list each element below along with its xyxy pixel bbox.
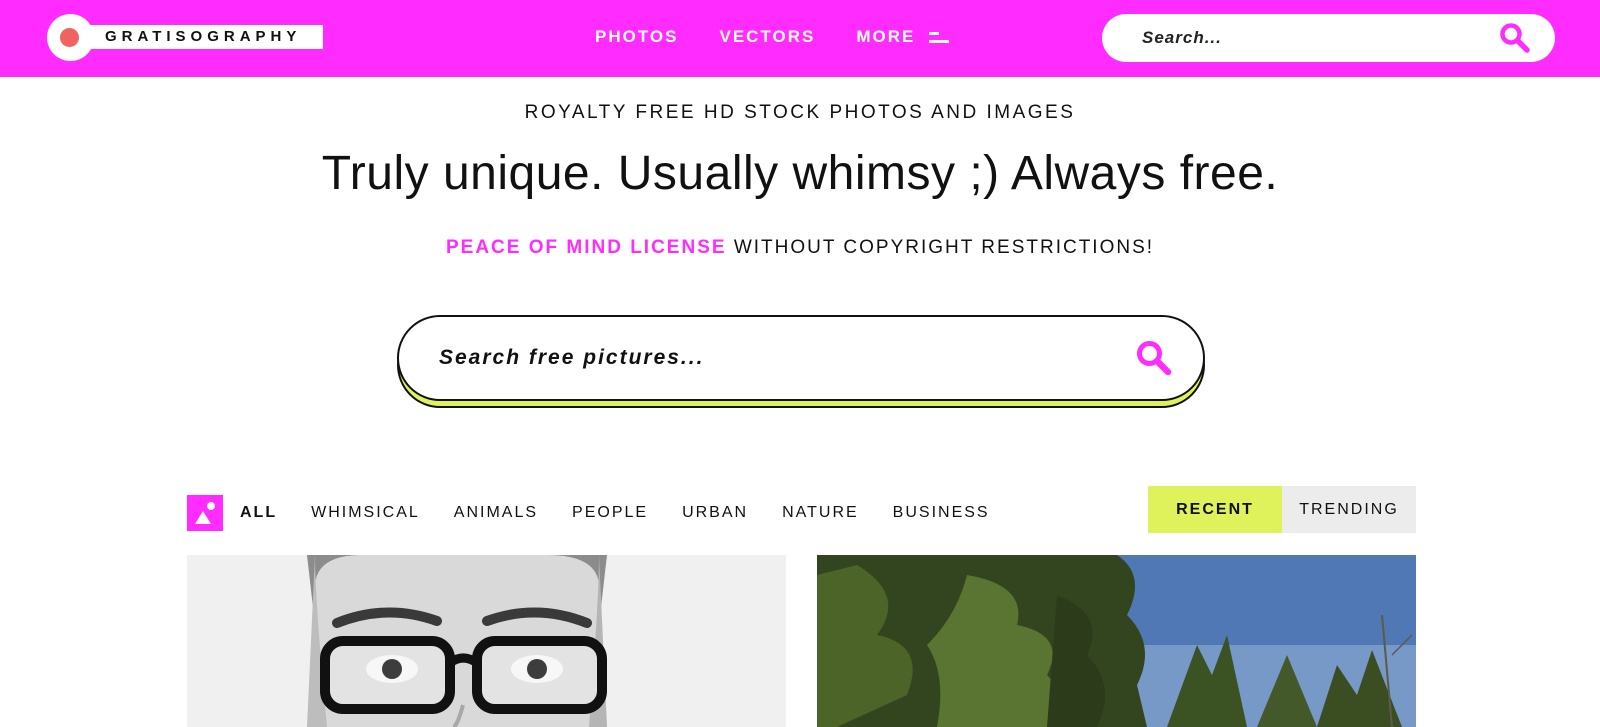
main-nav: PHOTOS VECTORS MORE xyxy=(595,27,950,47)
nav-vectors-label: VECTORS xyxy=(719,27,816,46)
license-link[interactable]: PEACE OF MIND LICENSE xyxy=(446,237,727,258)
main-search-input[interactable] xyxy=(439,346,1079,370)
nav-more-label: MORE xyxy=(856,27,916,46)
hero-headline: Truly unique. Usually whimsy ;) Always f… xyxy=(321,147,1279,200)
header-search-input[interactable] xyxy=(1142,28,1472,48)
trees-image xyxy=(817,555,1416,727)
license-line: PEACE OF MIND LICENSE WITHOUT COPYRIGHT … xyxy=(0,237,1600,259)
license-text: WITHOUT COPYRIGHT RESTRICTIONS! xyxy=(726,237,1155,258)
main-search-bar xyxy=(397,315,1205,401)
category-nature[interactable]: NATURE xyxy=(782,504,859,522)
search-icon[interactable] xyxy=(1135,339,1173,382)
sort-toggle: RECENT TRENDING xyxy=(1148,486,1416,533)
category-business[interactable]: BUSINESS xyxy=(893,504,990,522)
logo-text[interactable]: GRATISOGRAPHY xyxy=(105,28,301,45)
category-animals[interactable]: ANIMALS xyxy=(454,504,538,522)
nav-vectors[interactable]: VECTORS xyxy=(719,27,815,47)
image-icon xyxy=(187,495,223,531)
category-all[interactable]: ALL xyxy=(240,504,277,522)
photo-card[interactable] xyxy=(817,555,1416,727)
sort-recent-button[interactable]: RECENT xyxy=(1148,486,1282,533)
category-list: ALL WHIMSICAL ANIMALS PEOPLE URBAN NATUR… xyxy=(240,504,990,522)
top-header: GRATISOGRAPHY PHOTOS VECTORS MORE xyxy=(0,0,1600,77)
logo-circle xyxy=(47,14,94,61)
filter-bar: ALL WHIMSICAL ANIMALS PEOPLE URBAN NATUR… xyxy=(187,486,1416,534)
main-search xyxy=(397,315,1205,409)
search-icon[interactable] xyxy=(1499,22,1531,59)
menu-icon xyxy=(929,30,950,44)
header-search-bar xyxy=(1102,14,1555,62)
nav-photos[interactable]: PHOTOS xyxy=(595,27,678,47)
category-urban[interactable]: URBAN xyxy=(682,504,748,522)
category-whimsical[interactable]: WHIMSICAL xyxy=(311,504,420,522)
logo-dot xyxy=(60,28,79,47)
nav-more[interactable]: MORE xyxy=(856,27,950,47)
photo-card[interactable] xyxy=(187,555,786,727)
sort-trending-button[interactable]: TRENDING xyxy=(1282,486,1416,533)
nav-photos-label: PHOTOS xyxy=(595,27,679,46)
hero-eyebrow: ROYALTY FREE HD STOCK PHOTOS AND IMAGES xyxy=(524,102,1076,123)
site-logo[interactable]: GRATISOGRAPHY xyxy=(47,14,323,61)
portrait-image xyxy=(187,555,786,727)
category-people[interactable]: PEOPLE xyxy=(572,504,648,522)
